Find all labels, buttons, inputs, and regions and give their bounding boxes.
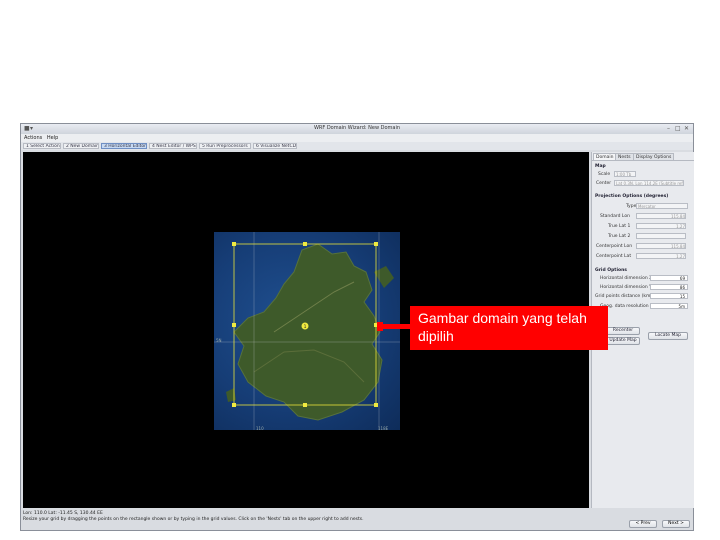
tab-display-options[interactable]: Display Options [633,153,675,160]
projection-group-title: Projection Options (degrees) [595,194,669,199]
annotation-callout: Gambar domain yang telah dipilih [410,306,608,350]
centerpoint-lat-field[interactable]: 1.27 [636,253,686,259]
true-lat1-label: True Lat 1 [608,224,631,229]
menu-help[interactable]: Help [47,134,58,142]
minimize-icon[interactable]: – [667,125,670,133]
true-lat2-field[interactable] [636,233,686,239]
recenter-button[interactable]: Recenter [606,327,640,335]
map-scale-field[interactable]: 1:00 Tb [614,171,636,177]
resize-handle-sw[interactable] [232,403,236,407]
centerpoint-lat-label: Centerpoint Lat [596,254,632,259]
close-icon[interactable]: ✕ [684,125,689,133]
grid-distance-field[interactable]: 15 [650,293,688,299]
standard-lon-field[interactable]: 115.84 [636,213,686,219]
grid-distance-label: Grid points distance (km) [595,294,653,299]
step-select-action[interactable]: 1 Select Action [23,143,61,149]
geog-resolution-select[interactable]: 5m [650,303,688,309]
tab-nests[interactable]: Nests [615,153,634,160]
annotation-callout-text: Gambar domain yang telah dipilih [418,310,587,344]
callout-pointer [380,324,412,329]
update-map-button[interactable]: Update Map [606,337,640,345]
step-visualize-netcdf[interactable]: 6 Visualize NetCDF [253,143,297,149]
menu-bar: Actions Help [21,134,693,142]
next-button[interactable]: Next > [662,520,690,528]
step-nest-editor[interactable]: 4 Nest Editor / WPS [149,143,197,149]
map-center-field[interactable]: Lat 0.3N, Lon 114.2E (Subtitle ref) [614,180,684,186]
centerpoint-lon-label: Centerpoint Lon [596,244,633,249]
dim-y-field[interactable]: 86 [650,284,688,290]
prev-button[interactable]: < Prev [629,520,657,528]
wizard-steps-bar: 1 Select Action 2 New Domain 3 Horizonta… [21,142,693,150]
true-lat1-field[interactable]: 1.27 [636,223,686,229]
maximize-icon[interactable]: □ [675,125,681,133]
resize-handle-s[interactable] [303,403,307,407]
resize-handle-ne[interactable] [374,242,378,246]
resize-handle-se[interactable] [374,403,378,407]
step-new-domain[interactable]: 2 New Domain [63,143,99,149]
map-lon-label: 110 [256,426,264,431]
projection-type-select[interactable]: Mercator [636,203,688,209]
map-lon-label-2: 118E [378,426,389,431]
menu-actions[interactable]: Actions [24,134,42,142]
settings-tabs: Domain Nests Display Options [592,152,694,161]
map-scale-label: Scale [598,172,611,177]
status-instructions: Resize your grid by dragging the points … [23,517,364,522]
status-bar: Lon: 110.0 Lat: -11.45 S, 130.44 EE Resi… [23,511,691,523]
dim-x-label: Horizontal dimension X [600,276,653,281]
grid-group-title: Grid Options [595,268,627,273]
step-horizontal-editor[interactable]: 3 Horizontal Editor [101,143,147,149]
tab-domain[interactable]: Domain [593,153,617,160]
standard-lon-label: Standard Lon [600,214,630,219]
map-center-label: Center [596,181,612,186]
true-lat2-label: True Lat 2 [608,234,631,239]
domain-number-label: 1 [304,324,307,330]
locate-map-button[interactable]: Locate Map [648,332,688,340]
map-group-title: Map [595,164,606,169]
resize-handle-w[interactable] [232,323,236,327]
dim-x-field[interactable]: 69 [650,275,688,281]
map-lat-label: 5N [216,338,222,343]
window-title: WRF Domain Wizard: New Domain [313,125,401,131]
resize-handle-n[interactable] [303,242,307,246]
step-run-preprocessors[interactable]: 5 Run Preprocessors [199,143,251,149]
resize-handle-nw[interactable] [232,242,236,246]
centerpoint-lon-field[interactable]: 115.84 [636,243,686,249]
dim-y-label: Horizontal dimension Y [600,285,652,290]
projection-type-label: Type [626,204,637,209]
